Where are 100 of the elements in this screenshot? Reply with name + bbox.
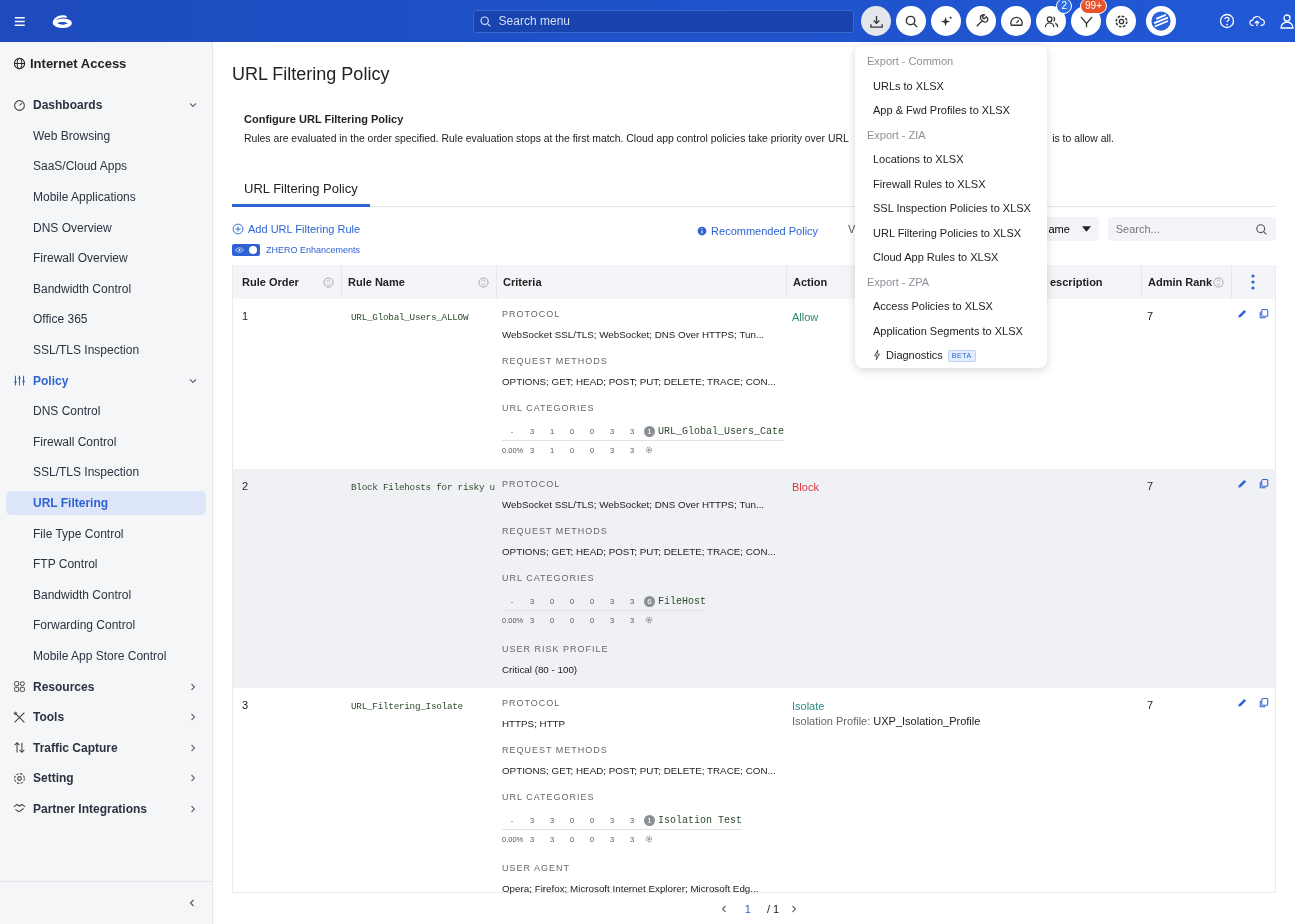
criteria-value: OPTIONS; GET; HEAD; POST; PUT; DELETE; TRACE; CON... — [502, 546, 776, 557]
toolbar-button[interactable] — [1106, 6, 1136, 36]
toolbar-button[interactable] — [861, 6, 891, 36]
criteria-label: PROTOCOL — [502, 479, 562, 491]
sidebar-item[interactable]: Mobile App Store Control — [6, 644, 206, 668]
page-number[interactable]: 1 — [744, 903, 751, 915]
column-header: Action — [793, 276, 828, 288]
toolbar-button[interactable] — [966, 6, 996, 36]
collapse-icon[interactable] — [187, 898, 197, 908]
menu-item[interactable]: Cloud App Rules to XLSX — [867, 249, 1035, 274]
copy-icon[interactable] — [1258, 697, 1270, 709]
tab[interactable]: URL Filtering Policy — [232, 175, 370, 207]
rule-order: 1 — [242, 310, 249, 322]
criteria-value: HTTPS; HTTP — [502, 718, 566, 729]
toggle-switch[interactable] — [232, 244, 260, 256]
sidebar-item[interactable]: Bandwidth Control — [6, 276, 206, 301]
chevron-icon — [188, 803, 198, 814]
category-name: URL_Global_Users_Cate — [658, 425, 785, 437]
count-badge: 1 — [644, 425, 655, 437]
criteria-value: OPTIONS; GET; HEAD; POST; PUT; DELETE; TRACE; CON... — [502, 376, 776, 387]
rule-name: URL_Global_Users_ALLOW — [351, 312, 469, 323]
toolbar-button[interactable] — [896, 6, 926, 36]
sidebar-item[interactable]: Office 365 — [6, 307, 206, 332]
user-icon[interactable] — [1279, 13, 1295, 29]
category-name: FileHost — [658, 595, 706, 607]
criteria-label: URL CATEGORIES — [502, 792, 596, 804]
count-badge: 1 — [644, 814, 655, 826]
menu-section-heading: Export - Common — [867, 54, 955, 69]
criteria-label: USER AGENT — [502, 863, 571, 875]
sidebar-item[interactable]: Forwarding Control — [6, 613, 206, 638]
lightning-icon — [873, 349, 881, 361]
edit-icon[interactable] — [1236, 697, 1248, 709]
users-icon — [1043, 13, 1059, 29]
menu-item[interactable]: Application Segments to XLSX — [867, 322, 1035, 347]
sidebar-item[interactable]: DNS Overview — [6, 215, 206, 240]
criteria-label: USER RISK PROFILE — [502, 644, 610, 656]
sidebar-item[interactable]: File Type Control — [6, 521, 206, 546]
sidebar-item[interactable]: Mobile Applications — [6, 185, 206, 210]
settings-icon — [645, 835, 653, 843]
help-icon[interactable] — [1219, 13, 1235, 29]
sidebar-item[interactable]: Firewall Control — [6, 429, 206, 454]
criteria-label: REQUEST METHODS — [502, 745, 609, 757]
criteria-label: REQUEST METHODS — [502, 356, 609, 368]
edit-icon[interactable] — [1236, 478, 1248, 490]
settings-icon — [1113, 13, 1129, 29]
sidebar-group[interactable]: Traffic Capture — [0, 732, 212, 764]
detail-value: UXP_Isolation_Profile — [873, 715, 981, 727]
copy-icon[interactable] — [1258, 478, 1270, 490]
column-header: Rule Order — [242, 276, 299, 288]
menu-item[interactable]: App & Fwd Profiles to XLSX — [867, 102, 1035, 127]
action-label: Allow — [792, 311, 820, 323]
menu-icon[interactable] — [14, 15, 26, 27]
copy-icon[interactable] — [1258, 308, 1270, 320]
edit-icon[interactable] — [1236, 308, 1248, 320]
sidebar-group[interactable]: Dashboards — [0, 90, 212, 121]
criteria-value: OPTIONS; GET; HEAD; POST; PUT; DELETE; TRACE; CON... — [502, 765, 776, 776]
sidebar-item[interactable]: Bandwidth Control — [6, 582, 206, 607]
search-field[interactable]: Search... — [1107, 217, 1276, 241]
sidebar-group[interactable]: Resources — [0, 671, 212, 702]
menu-item[interactable]: Locations to XLSX — [867, 151, 1035, 176]
search-icon — [903, 13, 919, 29]
add-rule-link[interactable]: Add URL Filtering Rule — [232, 223, 361, 235]
toolbar-button[interactable] — [1001, 6, 1031, 36]
menu-item[interactable]: Diagnostics — [886, 347, 943, 363]
description-text: is to allow all. — [1052, 133, 1114, 144]
sidebar-item[interactable]: FTP Control — [6, 552, 206, 577]
sidebar-item[interactable]: DNS Control — [6, 399, 206, 424]
sidebar-item[interactable]: URL Filtering — [6, 491, 206, 515]
download-icon — [868, 13, 884, 29]
menu-item[interactable]: Firewall Rules to XLSX — [867, 175, 1035, 200]
menu-item[interactable]: Access Policies to XLSX — [867, 298, 1035, 323]
recommended-policy-link[interactable]: Recommended Policy — [697, 225, 819, 237]
sidebar-item[interactable]: SSL/TLS Inspection — [6, 460, 206, 485]
admin-rank: 7 — [1147, 699, 1154, 711]
gauge-icon — [13, 98, 26, 112]
sidebar-group[interactable]: Tools — [0, 701, 212, 733]
criteria-label: URL CATEGORIES — [502, 573, 596, 585]
sidebar-item[interactable]: Firewall Overview — [6, 246, 206, 271]
menu-item[interactable]: URLs to XLSX — [867, 77, 1035, 102]
search-field[interactable]: Search menu — [472, 9, 854, 33]
criteria-label: URL CATEGORIES — [502, 403, 596, 415]
toolbar-button[interactable] — [931, 6, 961, 36]
more-options-icon[interactable] — [1251, 274, 1255, 290]
menu-item[interactable]: URL Filtering Policies to XLSX — [867, 224, 1035, 249]
column-header: Admin Rank — [1148, 276, 1213, 288]
sidebar-item[interactable]: SSL/TLS Inspection — [6, 338, 206, 363]
criteria-label: PROTOCOL — [502, 309, 562, 321]
sidebar-group[interactable]: Policy — [0, 365, 212, 396]
criteria-label: REQUEST METHODS — [502, 526, 609, 538]
sidebar-item[interactable]: Web Browsing — [6, 123, 206, 148]
section-heading: Configure URL Filtering Policy — [244, 113, 405, 125]
cloud-upload-icon[interactable] — [1249, 13, 1265, 29]
menu-section-heading: Export - ZPA — [867, 274, 931, 290]
criteria-value: Opera; Firefox; Microsoft Internet Explorer; Microsoft Edg... — [502, 883, 759, 894]
chevron-icon — [188, 742, 198, 753]
sidebar-group[interactable]: Partner Integrations — [0, 793, 212, 825]
toolbar-button[interactable] — [1146, 6, 1176, 36]
menu-item[interactable]: SSL Inspection Policies to XLSX — [867, 200, 1035, 225]
sidebar-item[interactable]: SaaS/Cloud Apps — [6, 154, 206, 179]
sidebar-group[interactable]: Setting — [0, 763, 212, 794]
